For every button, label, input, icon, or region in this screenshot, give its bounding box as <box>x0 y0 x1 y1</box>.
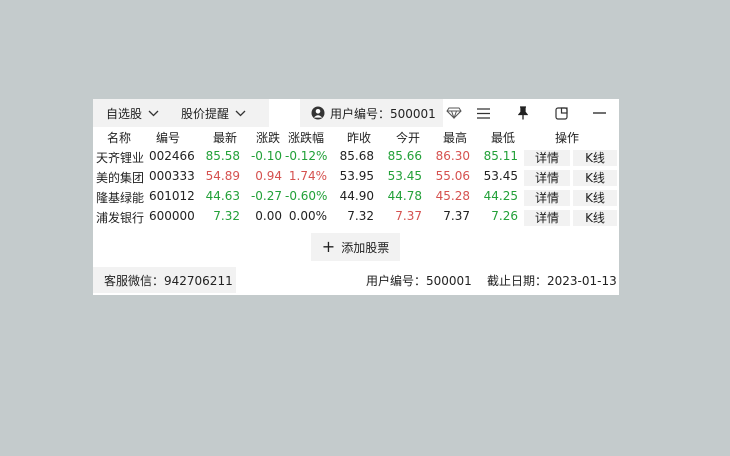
change-percent: 0.00% <box>288 209 327 223</box>
kline-button[interactable]: K线 <box>573 170 617 186</box>
kline-button[interactable]: K线 <box>573 190 617 206</box>
gem-icon[interactable] <box>442 99 466 127</box>
latest-price: 54.89 <box>205 169 240 183</box>
detail-button[interactable]: 详情 <box>524 150 570 166</box>
open-price: 85.66 <box>387 149 422 163</box>
pin-icon[interactable] <box>511 99 535 127</box>
stock-name: 天齐锂业 <box>96 151 145 165</box>
stock-name: 美的集团 <box>96 171 145 185</box>
header-name: 名称 <box>107 131 132 145</box>
prev-close: 7.32 <box>347 209 374 223</box>
change-percent: 1.74% <box>288 169 327 183</box>
price-change: -0.27 <box>250 189 282 203</box>
table-row: 天齐锂业 002466 85.58 -0.10 -0.12% 85.68 85.66 86.3… <box>93 149 619 167</box>
support-wechat: 客服微信：942706211 <box>93 267 236 293</box>
user-icon <box>311 106 325 120</box>
low-price: 53.45 <box>483 169 518 183</box>
high-price: 86.30 <box>435 149 470 163</box>
header-actions: 操作 <box>555 131 580 145</box>
header-change-pct: 涨跌幅 <box>288 131 325 145</box>
price-change: -0.10 <box>250 149 282 163</box>
open-price: 53.45 <box>387 169 422 183</box>
footer-user-id-label: 用户编号：500001 <box>366 273 472 288</box>
latest-price: 7.32 <box>213 209 240 223</box>
popout-icon[interactable] <box>549 99 573 127</box>
stock-name: 隆基绿能 <box>96 191 145 205</box>
prev-close: 44.90 <box>339 189 374 203</box>
header-prev-close: 昨收 <box>347 131 372 145</box>
watchlist-label: 自选股 <box>106 106 143 121</box>
header-code: 编号 <box>156 131 181 145</box>
detail-button[interactable]: 详情 <box>524 190 570 206</box>
stock-code: 000333 <box>149 169 195 183</box>
change-percent: -0.12% <box>285 149 328 163</box>
stock-code: 002466 <box>149 149 195 163</box>
footer-user-id: 用户编号：500001 <box>366 267 472 293</box>
latest-price: 85.58 <box>205 149 240 163</box>
table-row: 隆基绿能 601012 44.63 -0.27 -0.60% 44.90 44.78 45.2… <box>93 189 619 207</box>
latest-price: 44.63 <box>205 189 240 203</box>
footer-expiry-label: 截止日期：2023-01-13 <box>487 273 617 288</box>
prev-close: 85.68 <box>339 149 374 163</box>
price-change: 0.94 <box>255 169 282 183</box>
high-price: 55.06 <box>435 169 470 183</box>
stock-widget-window: 自选股 股价提醒 用户编号：500001 名称 编号 最新 涨跌 涨跌幅 昨收 … <box>93 99 619 295</box>
header-open: 今开 <box>396 131 421 145</box>
menu-icon[interactable] <box>471 99 495 127</box>
low-price: 44.25 <box>483 189 518 203</box>
add-stock-button[interactable]: + 添加股票 <box>311 233 400 261</box>
plus-icon: + <box>321 237 336 256</box>
low-price: 85.11 <box>483 149 518 163</box>
header-high: 最高 <box>443 131 468 145</box>
header-low: 最低 <box>491 131 516 145</box>
footer-expiry-date: 截止日期：2023-01-13 <box>487 267 617 293</box>
high-price: 45.28 <box>435 189 470 203</box>
detail-button[interactable]: 详情 <box>524 170 570 186</box>
low-price: 7.26 <box>491 209 518 223</box>
open-price: 44.78 <box>387 189 422 203</box>
watchlist-dropdown[interactable]: 自选股 <box>93 99 180 127</box>
header-latest: 最新 <box>213 131 238 145</box>
change-percent: -0.60% <box>285 189 328 203</box>
price-alert-dropdown[interactable]: 股价提醒 <box>168 99 269 127</box>
minimize-icon[interactable] <box>587 99 611 127</box>
table-row: 浦发银行 600000 7.32 0.00 0.00% 7.32 7.37 7.37 7.26 详… <box>93 209 619 227</box>
high-price: 7.37 <box>443 209 470 223</box>
price-change: 0.00 <box>255 209 282 223</box>
open-price: 7.37 <box>395 209 422 223</box>
chevron-down-icon <box>148 106 159 120</box>
table-row: 美的集团 000333 54.89 0.94 1.74% 53.95 53.45 55.06 5… <box>93 169 619 187</box>
kline-button[interactable]: K线 <box>573 210 617 226</box>
chevron-down-icon <box>235 106 246 120</box>
prev-close: 53.95 <box>339 169 374 183</box>
stock-name: 浦发银行 <box>96 211 145 225</box>
stock-code: 601012 <box>149 189 195 203</box>
kline-button[interactable]: K线 <box>573 150 617 166</box>
header-change: 涨跌 <box>256 131 281 145</box>
user-id-label: 用户编号：500001 <box>330 106 436 121</box>
stock-code: 600000 <box>149 209 195 223</box>
add-stock-label: 添加股票 <box>341 240 390 255</box>
user-id-button[interactable]: 用户编号：500001 <box>300 99 443 127</box>
table-header: 名称 编号 最新 涨跌 涨跌幅 昨收 今开 最高 最低 操作 <box>93 129 619 147</box>
support-wechat-label: 客服微信：942706211 <box>104 273 233 288</box>
price-alert-label: 股价提醒 <box>181 106 230 121</box>
detail-button[interactable]: 详情 <box>524 210 570 226</box>
